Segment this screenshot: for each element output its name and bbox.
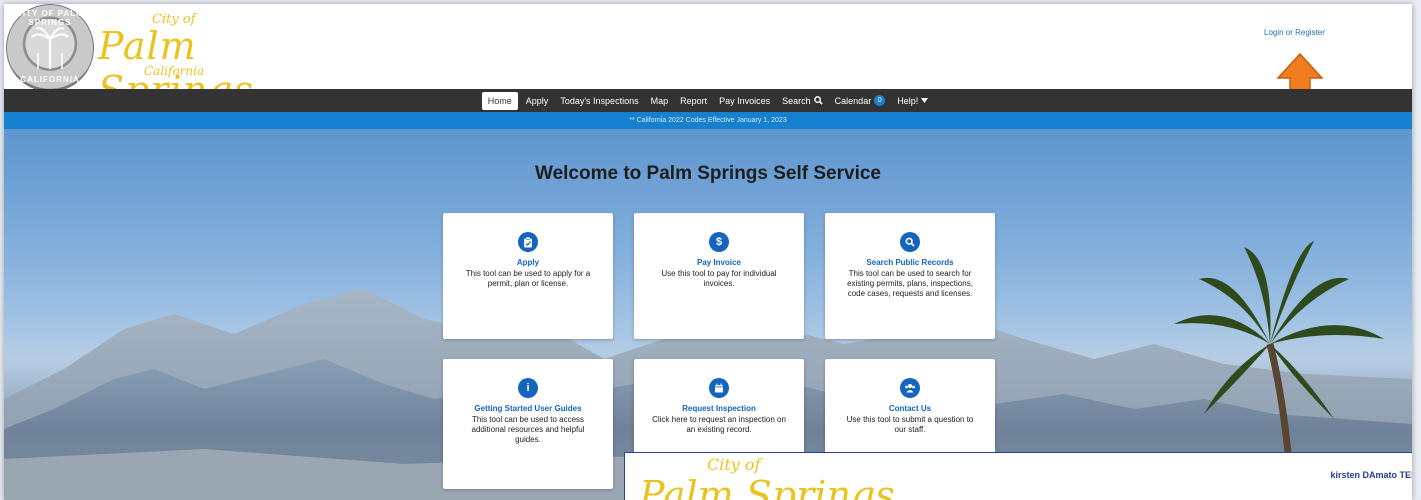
nav-help[interactable]: Help! bbox=[891, 91, 934, 111]
users-icon bbox=[900, 378, 920, 398]
nav-report[interactable]: Report bbox=[674, 91, 713, 111]
welcome-heading: Welcome to Palm Springs Self Service bbox=[535, 163, 881, 184]
pay-invoice-card[interactable]: $ Pay Invoice Use this tool to pay for i… bbox=[634, 213, 804, 339]
search-icon bbox=[900, 232, 920, 252]
logged-in-user-name[interactable]: kirsten DAmato TES bbox=[1330, 470, 1412, 480]
user-guides-card-desc: This tool can be used to access addition… bbox=[471, 415, 585, 444]
search-icon bbox=[813, 96, 823, 105]
nav-apply[interactable]: Apply bbox=[520, 91, 555, 111]
hero-section: Welcome to Palm Springs Self Service App… bbox=[4, 129, 1412, 500]
pay-invoice-card-desc: Use this tool to pay for individual invo… bbox=[661, 269, 777, 288]
logo-state-text: California bbox=[144, 64, 205, 78]
user-guides-card-title: Getting Started User Guides bbox=[474, 404, 582, 413]
logged-in-header-inset: City of Palm Springs kirsten DAmato TES bbox=[624, 452, 1412, 500]
dollar-icon: $ bbox=[709, 232, 729, 252]
nav-search-label: Search bbox=[782, 95, 811, 106]
user-guides-card[interactable]: i Getting Started User Guides This tool … bbox=[443, 359, 613, 489]
apply-card-title: Apply bbox=[516, 258, 540, 267]
palm-tree-icon bbox=[31, 27, 69, 69]
apply-card-desc: This tool can be used to apply for a per… bbox=[465, 269, 591, 288]
search-public-records-card-title: Search Public Records bbox=[866, 258, 954, 267]
palm-springs-logo[interactable]: City of Palm Springs California bbox=[98, 12, 308, 112]
inset-logo-name-text: Palm Springs bbox=[639, 473, 895, 500]
nav-help-label: Help! bbox=[897, 95, 919, 106]
login-register-link[interactable]: Login or Register bbox=[1264, 28, 1325, 37]
nav-calendar-label: Calendar bbox=[834, 95, 872, 106]
nav-map-label: Map bbox=[650, 95, 669, 106]
browser-viewport: CITY OF PALM SPRINGS CALIFORNIA City of … bbox=[4, 4, 1412, 500]
search-public-records-card-desc: This tool can be used to search for exis… bbox=[847, 269, 973, 298]
info-icon: i bbox=[518, 378, 538, 398]
nav-todays-inspections-label: Today's Inspections bbox=[560, 95, 639, 106]
nav-map[interactable]: Map bbox=[645, 91, 675, 111]
apply-card[interactable]: Apply This tool can be used to apply for… bbox=[443, 213, 613, 339]
announcement-banner: ** California 2022 Codes Effective Janua… bbox=[4, 112, 1412, 129]
nav-todays-inspections[interactable]: Today's Inspections bbox=[554, 91, 644, 111]
nav-search[interactable]: Search bbox=[776, 91, 829, 111]
contact-us-card-title: Contact Us bbox=[888, 404, 932, 413]
calendar-count-badge: 0 bbox=[874, 95, 886, 106]
nav-apply-label: Apply bbox=[525, 95, 549, 106]
nav-report-label: Report bbox=[680, 95, 708, 106]
nav-home[interactable]: Home bbox=[481, 91, 518, 110]
contact-us-card-desc: Use this tool to submit a question to ou… bbox=[846, 415, 974, 434]
nav-home-label: Home bbox=[487, 95, 512, 106]
clipboard-check-icon bbox=[518, 232, 538, 252]
inset-logo-city-text: City of bbox=[707, 455, 761, 474]
site-header: CITY OF PALM SPRINGS CALIFORNIA City of … bbox=[4, 4, 1412, 121]
caret-down-icon bbox=[921, 98, 929, 103]
city-seal-logo[interactable]: CITY OF PALM SPRINGS CALIFORNIA bbox=[6, 4, 94, 92]
calendar-icon bbox=[709, 378, 729, 398]
request-inspection-card-desc: Click here to request an inspection on a… bbox=[652, 415, 786, 434]
main-nav: Home Apply Today's Inspections Map Repor… bbox=[4, 89, 1412, 112]
nav-pay-invoices-label: Pay Invoices bbox=[719, 95, 771, 106]
seal-bottom-text: CALIFORNIA bbox=[20, 75, 80, 84]
search-public-records-card[interactable]: Search Public Records This tool can be u… bbox=[825, 213, 995, 339]
nav-calendar[interactable]: Calendar 0 bbox=[829, 90, 892, 111]
request-inspection-card-title: Request Inspection bbox=[682, 404, 756, 413]
announcement-text: ** California 2022 Codes Effective Janua… bbox=[629, 117, 787, 124]
nav-pay-invoices[interactable]: Pay Invoices bbox=[713, 91, 776, 111]
pay-invoice-card-title: Pay Invoice bbox=[696, 258, 742, 267]
